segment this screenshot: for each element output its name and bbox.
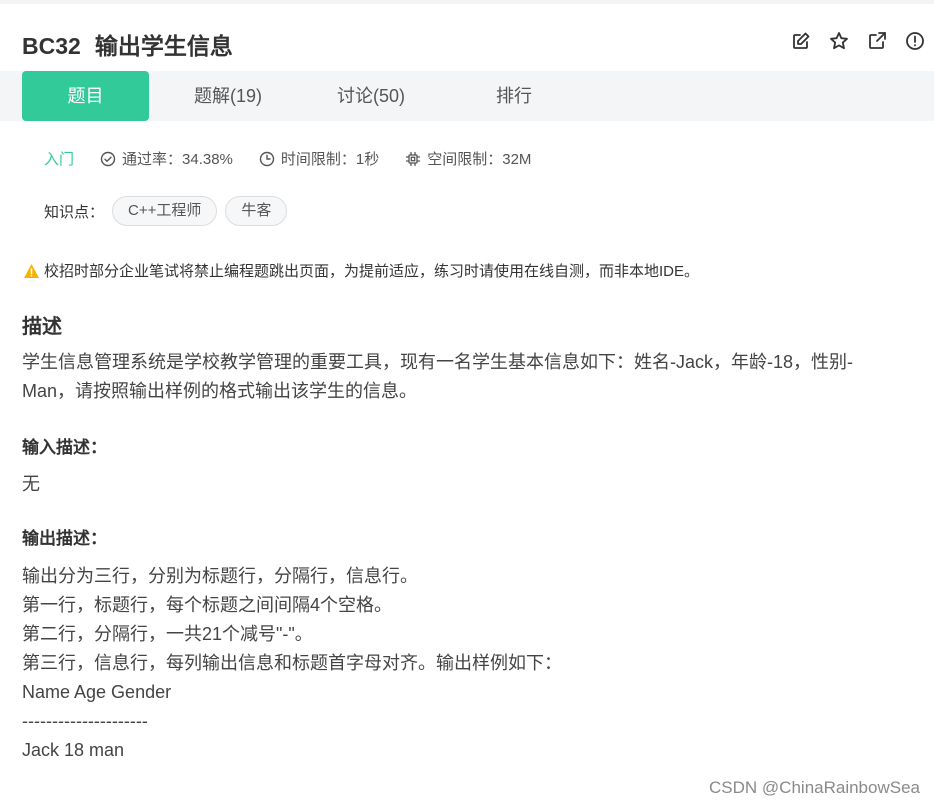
output-line: Jack 18 man [22, 740, 125, 760]
clock-icon [259, 151, 275, 166]
pass-rate-text: 通过率：34.38% [122, 151, 233, 168]
description-text: 学生信息管理系统是学校教学管理的重要工具，现有一名学生基本信息如下：姓名-Jac… [22, 352, 854, 401]
warning-text: 校招时部分企业笔试将禁止编程题跳出页面，为提前适应，练习时请使用在线自测，而非本… [44, 263, 700, 280]
star-icon[interactable] [828, 30, 850, 52]
report-icon[interactable] [904, 30, 926, 52]
output-line: Name Age Gender [22, 682, 172, 702]
output-line: 第二行，分隔行，一共21个减号"-"。 [22, 624, 313, 644]
tag-nowcoder[interactable]: 牛客 [225, 196, 288, 226]
output-line: 输出分为三行，分别为标题行，分隔行，信息行。 [22, 566, 418, 586]
problem-title: 输出学生信息 [94, 33, 233, 59]
knowledge-points: 知识点： C++工程师 牛客 [44, 196, 288, 226]
pass-rate: 通过率：34.38% [100, 148, 233, 169]
description-heading: 描述 [22, 316, 62, 338]
share-icon[interactable] [866, 30, 888, 52]
output-heading: 输出描述： [22, 529, 107, 548]
output-line: 第一行，标题行，每个标题之间间隔4个空格。 [22, 595, 393, 615]
tab-bar: 题目 题解(19) 讨论(50) 排行 [0, 71, 934, 121]
tab-solutions[interactable]: 题解(19) [168, 71, 288, 121]
watermark: CSDN @ChinaRainbowSea [709, 778, 920, 797]
time-limit-text: 时间限制：1秒 [280, 151, 380, 168]
tab-discussion[interactable]: 讨论(50) [314, 71, 428, 121]
warning-notice: 校招时部分企业笔试将禁止编程题跳出页面，为提前适应，练习时请使用在线自测，而非本… [23, 260, 699, 281]
tab-problem[interactable]: 题目 [22, 71, 149, 121]
output-line: 第三行，信息行，每列输出信息和标题首字母对齐。输出样例如下： [22, 653, 562, 673]
knowledge-label: 知识点： [44, 203, 105, 221]
tag-cpp-engineer[interactable]: C++工程师 [112, 196, 218, 226]
problem-id: BC32 [22, 33, 81, 59]
output-line: --------------------- [22, 711, 148, 731]
difficulty-badge: 入门 [44, 151, 75, 168]
check-circle-icon [100, 151, 116, 166]
page-title: BC32 输出学生信息 [22, 27, 233, 61]
problem-meta: 入门 通过率：34.38% 时间限制：1秒 空间限制：32M [44, 148, 557, 169]
time-limit: 时间限制：1秒 [259, 148, 379, 169]
tab-ranking[interactable]: 排行 [478, 71, 550, 121]
memory-limit: 空间限制：32M [405, 148, 531, 169]
memory-limit-text: 空间限制：32M [427, 151, 532, 168]
input-heading: 输入描述： [22, 438, 107, 457]
header-actions [790, 30, 926, 52]
warning-icon [24, 263, 39, 278]
edit-icon[interactable] [790, 30, 812, 52]
top-strip [0, 0, 934, 4]
chip-icon [406, 151, 421, 166]
input-text: 无 [22, 474, 40, 494]
output-description: 输出分为三行，分别为标题行，分隔行，信息行。 第一行，标题行，每个标题之间间隔4… [22, 562, 562, 765]
